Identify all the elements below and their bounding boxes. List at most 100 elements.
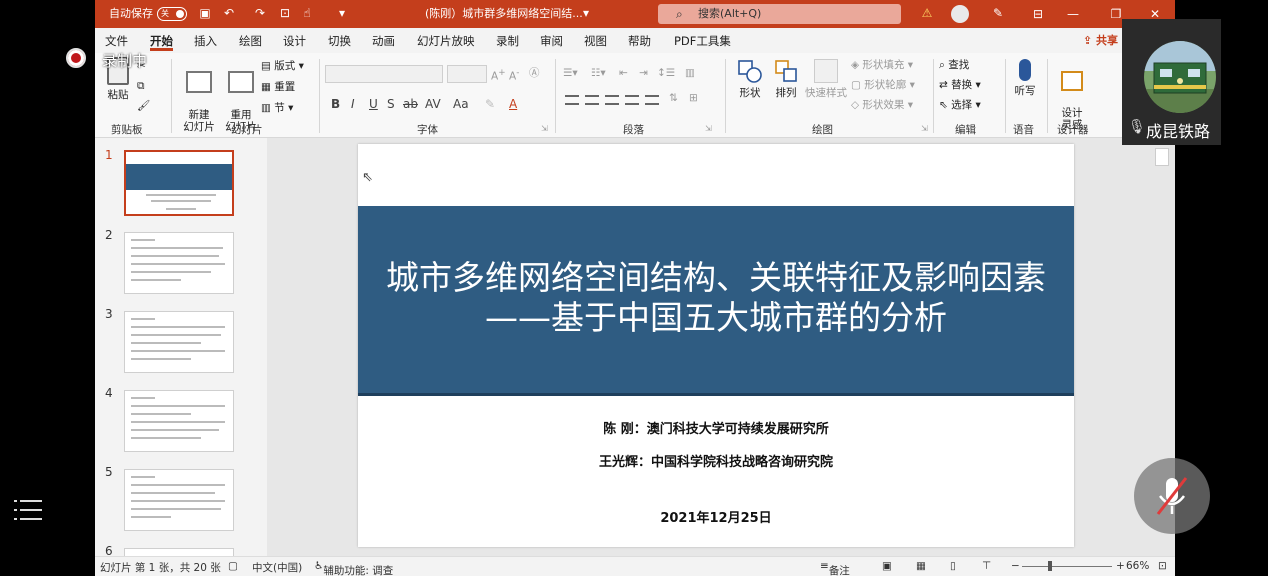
shapes-button[interactable]: 形状 (733, 59, 767, 99)
align-left-icon[interactable] (565, 95, 579, 105)
font-color-button[interactable]: A (509, 97, 517, 111)
tab-file[interactable]: 文件 (105, 33, 128, 51)
tab-view[interactable]: 视图 (584, 33, 607, 51)
decrease-font-icon[interactable]: A- (509, 66, 519, 84)
strikethrough-button[interactable]: ab (403, 97, 418, 111)
touch-mode-icon[interactable]: ☝ (300, 6, 314, 20)
warning-icon[interactable]: ⚠ (920, 6, 934, 20)
font-size-select[interactable] (447, 65, 487, 83)
fit-to-window-icon[interactable]: ⊡ (1158, 560, 1167, 572)
slide-thumbnail-3[interactable] (124, 311, 234, 373)
ribbon-display-options-icon[interactable]: ⊟ (1020, 0, 1056, 28)
text-direction-icon[interactable]: ⇅ (669, 91, 678, 105)
mute-microphone-button[interactable] (1134, 458, 1210, 534)
new-slide-button[interactable]: 新建 幻灯片 (179, 59, 219, 133)
menu-icon[interactable] (14, 498, 42, 524)
title-dropdown-icon[interactable]: ▾ (579, 6, 593, 20)
replace-button[interactable]: ⇄ 替换 ▾ (939, 78, 981, 92)
share-button[interactable]: ⇪ 共享 (1083, 32, 1118, 48)
customize-toolbar-icon[interactable]: ▾ (335, 6, 349, 20)
slide-thumbnail-4[interactable] (124, 390, 234, 452)
reset-button[interactable]: ▦ 重置 (261, 80, 295, 94)
tab-home[interactable]: 开始 (150, 33, 173, 51)
slide-sorter-icon[interactable]: ▦ (916, 560, 926, 572)
zoom-out-icon[interactable]: − (1011, 560, 1020, 572)
slide-thumbnail-1[interactable] (124, 150, 234, 216)
line-spacing-icon[interactable]: ↕☰ (657, 66, 675, 80)
pen-icon[interactable]: ✎ (991, 6, 1005, 20)
align-right-icon[interactable] (605, 95, 619, 105)
justify-icon[interactable] (625, 95, 639, 105)
tab-review[interactable]: 审阅 (540, 33, 563, 51)
find-button[interactable]: ⌕ 查找 (939, 58, 969, 72)
slideshow-view-icon[interactable]: ⊤ (982, 560, 991, 572)
tab-insert[interactable]: 插入 (194, 33, 217, 51)
slide-thumbnail-5[interactable] (124, 469, 234, 531)
language-indicator[interactable]: 中文(中国) (252, 560, 302, 575)
author-line-1[interactable]: 陈 刚：澳门科技大学可持续发展研究所 (358, 418, 1074, 437)
vertical-scrollbar[interactable] (1155, 148, 1169, 166)
zoom-slider-thumb[interactable] (1048, 561, 1052, 571)
section-button[interactable]: ▥ 节 ▾ (261, 101, 293, 115)
align-text-icon[interactable]: ⊞ (689, 91, 698, 105)
slide-thumbnail-2[interactable] (124, 232, 234, 294)
normal-view-icon[interactable]: ▣ (882, 560, 892, 572)
tab-transitions[interactable]: 切换 (328, 33, 351, 51)
dictate-button[interactable]: 听写 (1011, 59, 1039, 97)
redo-icon[interactable]: ↷ (253, 6, 267, 20)
undo-icon[interactable]: ↶ (222, 6, 236, 20)
bold-button[interactable]: B (331, 97, 340, 111)
tab-animations[interactable]: 动画 (372, 33, 395, 51)
shape-fill-button[interactable]: ◈ 形状填充 ▾ (851, 58, 913, 72)
minimize-icon[interactable]: — (1055, 0, 1091, 28)
design-ideas-button[interactable]: 设计 灵感 (1055, 59, 1089, 131)
tab-design[interactable]: 设计 (283, 33, 306, 51)
presentation-date[interactable]: 2021年12月25日 (358, 507, 1074, 526)
columns-icon[interactable]: ▥ (685, 66, 695, 80)
current-slide[interactable]: ⇖ 城市多维网络空间结构、关联特征及影响因素——基于中国五大城市群的分析 陈 刚… (358, 144, 1074, 547)
participant-video-tile[interactable]: 🎙 成昆铁路 (1122, 19, 1221, 145)
distributed-icon[interactable] (645, 95, 659, 105)
copy-icon[interactable]: ⧉ (137, 79, 145, 93)
author-line-2[interactable]: 王光辉：中国科学院科技战略咨询研究院 (358, 451, 1074, 470)
font-dialog-launcher-icon[interactable]: ⇲ (541, 122, 548, 136)
bullets-icon[interactable]: ☰▾ (563, 66, 578, 80)
user-avatar[interactable] (951, 5, 969, 23)
numbering-icon[interactable]: ☷▾ (591, 66, 606, 80)
tab-slideshow[interactable]: 幻灯片放映 (417, 33, 475, 51)
increase-indent-icon[interactable]: ⇥ (639, 66, 648, 80)
italic-button[interactable]: I (351, 97, 355, 111)
format-painter-icon[interactable]: 🖌 (137, 99, 150, 113)
underline-button[interactable]: U (369, 97, 378, 111)
align-center-icon[interactable] (585, 95, 599, 105)
font-name-select[interactable] (325, 65, 443, 83)
slide-title[interactable]: 城市多维网络空间结构、关联特征及影响因素——基于中国五大城市群的分析 (368, 258, 1064, 338)
shape-effects-button[interactable]: ◇ 形状效果 ▾ (851, 98, 913, 112)
quick-styles-button[interactable]: 快速样式 (803, 59, 849, 99)
save-icon[interactable]: ▣ (198, 6, 212, 20)
zoom-slider[interactable] (1022, 566, 1112, 567)
tab-pdf-tools[interactable]: PDF工具集 (674, 33, 731, 51)
tab-draw[interactable]: 绘图 (239, 33, 262, 51)
shape-outline-button[interactable]: ▢ 形状轮廓 ▾ (851, 78, 915, 92)
paragraph-dialog-launcher-icon[interactable]: ⇲ (705, 122, 712, 136)
notes-button[interactable]: ≡ 备注 (820, 560, 850, 576)
increase-font-icon[interactable]: A+ (491, 66, 506, 84)
accessibility-status[interactable]: ♿ 辅助功能: 调查 (314, 560, 393, 576)
highlight-icon[interactable]: ✎ (485, 97, 495, 111)
text-shadow-button[interactable]: S (387, 97, 395, 111)
change-case-button[interactable]: Aa (453, 97, 469, 111)
tab-help[interactable]: 帮助 (628, 33, 651, 51)
character-spacing-button[interactable]: AV (425, 97, 441, 111)
select-button[interactable]: ⇖ 选择 ▾ (939, 98, 981, 112)
autosave-toggle[interactable]: 关 (157, 7, 187, 21)
slide-editor[interactable]: ⇖ 城市多维网络空间结构、关联特征及影响因素——基于中国五大城市群的分析 陈 刚… (267, 138, 1175, 556)
arrange-button[interactable]: 排列 (769, 59, 803, 99)
tab-record[interactable]: 录制 (496, 33, 519, 51)
present-from-start-icon[interactable]: ⊡ (278, 6, 292, 20)
zoom-level[interactable]: 66% (1126, 560, 1149, 572)
reading-view-icon[interactable]: ▯ (950, 560, 956, 572)
decrease-indent-icon[interactable]: ⇤ (619, 66, 628, 80)
zoom-in-icon[interactable]: + (1116, 560, 1125, 572)
search-input[interactable]: ⌕ 搜索(Alt+Q) (658, 4, 901, 24)
